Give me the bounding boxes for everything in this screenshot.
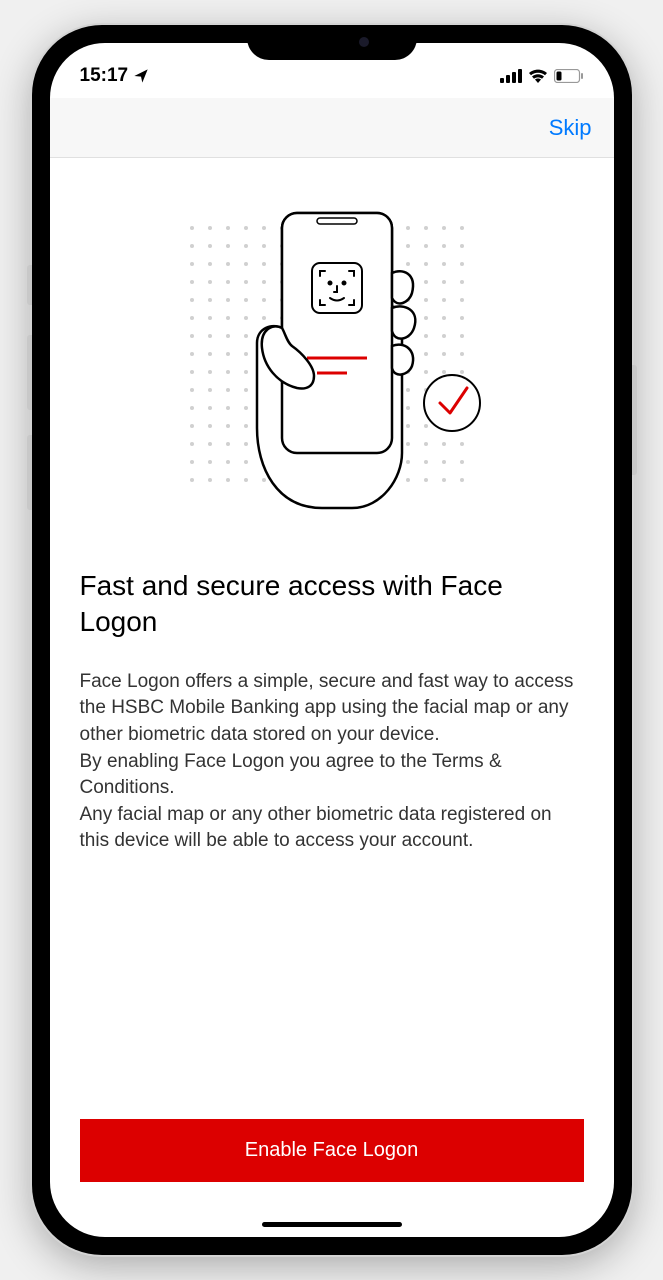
phone-side-button [27, 435, 32, 510]
battery-icon [554, 69, 584, 83]
enable-face-logon-button[interactable]: Enable Face Logon [80, 1119, 584, 1182]
wifi-icon [528, 68, 548, 83]
phone-screen: 15:17 [50, 43, 614, 1237]
home-indicator[interactable] [262, 1222, 402, 1227]
page-heading: Fast and secure access with Face Logon [80, 568, 584, 641]
status-bar-left: 15:17 [80, 65, 150, 87]
nav-bar: Skip [50, 98, 614, 158]
location-icon [133, 68, 149, 84]
phone-side-button [27, 265, 32, 305]
content-area: Fast and secure access with Face Logon F… [50, 158, 614, 1222]
phone-notch [247, 25, 417, 60]
phone-frame: 15:17 [32, 25, 632, 1255]
cellular-signal-icon [500, 69, 522, 83]
status-time: 15:17 [80, 65, 129, 87]
page-description: Face Logon offers a simple, secure and f… [80, 669, 584, 855]
face-logon-illustration [80, 208, 584, 518]
status-bar-right [500, 68, 584, 83]
phone-side-button [27, 335, 32, 410]
phone-side-button [632, 365, 637, 475]
skip-link[interactable]: Skip [549, 115, 592, 141]
